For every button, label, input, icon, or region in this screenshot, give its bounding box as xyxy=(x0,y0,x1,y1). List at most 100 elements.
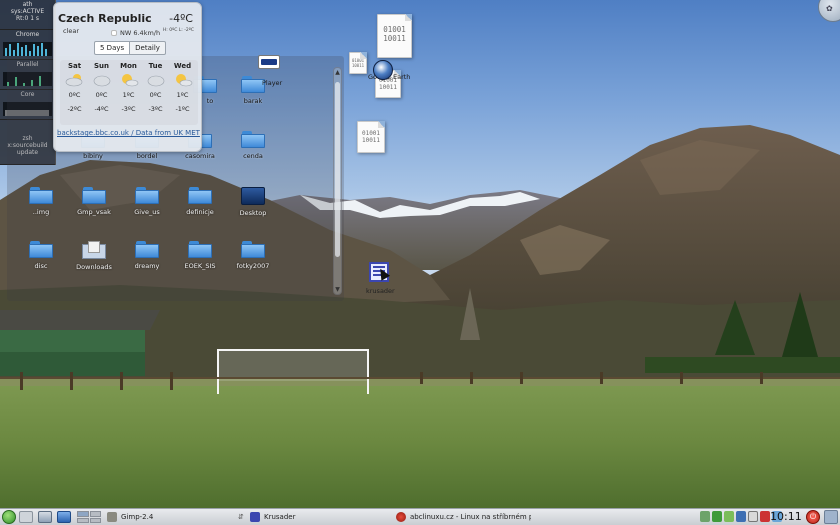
folder-label: bordel xyxy=(136,152,158,160)
tab-detaily[interactable]: Detaily xyxy=(130,41,166,55)
weather-source-link[interactable]: backstage.bbc.co.uk / Data from UK MET xyxy=(57,129,200,137)
task-firefox[interactable]: abclinuxu.cz - Linux na stříbrném pod xyxy=(396,510,531,524)
player-icon[interactable] xyxy=(258,55,280,69)
sysmon-row: ath sys:ACTIVE Rt:0 1 s xyxy=(0,0,55,30)
folder-item[interactable]: EOEK_SIS xyxy=(175,241,225,270)
folder-label: ..img xyxy=(32,208,50,216)
virtual-desktop-pager[interactable] xyxy=(77,511,101,523)
taskbar: Gimp-2.4 ⇵ Krusader abclinuxu.cz - Linux… xyxy=(0,508,840,525)
cpu-graph xyxy=(3,42,52,56)
messenger-icon[interactable] xyxy=(736,511,746,522)
binary-file-icon[interactable]: 01001 10011 xyxy=(357,121,385,153)
cloud-sun-icon xyxy=(65,72,85,87)
updates-icon[interactable] xyxy=(712,511,722,522)
weather-widget: Czech Republic -4ºC clear NW 6.4km/h H: … xyxy=(53,2,202,152)
binary-file-icon[interactable]: 01001 10011 xyxy=(349,52,367,74)
folder-item[interactable]: fotky2007 xyxy=(228,241,278,270)
folder-item[interactable]: Gmp_vsak xyxy=(69,187,119,216)
pager-desktop-1[interactable] xyxy=(77,511,89,517)
desktop-folder-item[interactable]: Desktop xyxy=(228,187,278,217)
pager-desktop-3[interactable] xyxy=(77,517,89,523)
folder-label: fotky2007 xyxy=(236,262,270,270)
folder-label: disc xyxy=(34,262,48,270)
folder-icon xyxy=(241,241,265,258)
alert-icon[interactable] xyxy=(760,511,770,522)
folder-item[interactable]: dreamy xyxy=(122,241,172,270)
power-icon[interactable]: ⏻ xyxy=(806,510,820,524)
scroll-down-arrow-icon[interactable]: ▼ xyxy=(334,286,341,293)
krusader-small-icon xyxy=(250,512,260,522)
folder-icon xyxy=(241,131,265,148)
cloud-icon xyxy=(92,72,112,87)
folder-icon xyxy=(29,187,53,204)
krusader-icon[interactable] xyxy=(369,262,391,282)
tab-5-days[interactable]: 5 Days xyxy=(94,41,131,55)
sun-cloud-icon xyxy=(119,72,139,87)
weather-wind: NW 6.4km/h xyxy=(111,29,160,37)
google-earth-icon[interactable] xyxy=(373,60,393,80)
folder-icon xyxy=(135,241,159,258)
wind-value: NW 6.4km/h xyxy=(120,29,161,37)
show-desktop-icon[interactable] xyxy=(19,511,33,523)
task-krusader[interactable]: Krusader xyxy=(250,510,295,524)
folder-item[interactable]: disc xyxy=(16,241,66,270)
panel-toolbox-icon[interactable] xyxy=(824,510,838,524)
folder-view-scrollbar[interactable]: ▲ ▼ xyxy=(333,67,342,295)
forecast-day: Sat 0ºC -2ºC xyxy=(61,62,88,113)
green-tray-icon[interactable] xyxy=(724,511,734,522)
forecast-day: Sun 0ºC -4ºC xyxy=(88,62,115,113)
forecast-high: 0ºC xyxy=(149,91,162,99)
task-gimp[interactable]: Gimp-2.4 xyxy=(107,510,153,524)
weather-location: Czech Republic xyxy=(58,12,152,25)
downloads-folder-item[interactable]: Downloads xyxy=(69,241,119,271)
folder-icon xyxy=(29,241,53,258)
folder-label: casomira xyxy=(185,152,215,160)
folder-label: Gmp_vsak xyxy=(77,208,111,216)
weather-forecast: Sat 0ºC -2ºC Sun 0ºC -4ºC Mon 1ºC -3ºC T… xyxy=(60,60,198,125)
clock[interactable]: 10:11 xyxy=(770,510,802,524)
forecast-day-name: Wed xyxy=(173,62,192,70)
player-label: Player xyxy=(262,79,283,87)
folder-item[interactable]: Give_us xyxy=(122,187,172,216)
folder-label: Downloads xyxy=(76,263,112,271)
mail-icon[interactable] xyxy=(748,511,758,522)
browser-icon xyxy=(396,512,406,522)
pager-desktop-2[interactable] xyxy=(89,511,101,517)
network-icon[interactable] xyxy=(700,511,710,522)
dolphin-icon[interactable] xyxy=(38,511,52,523)
forecast-high: 0ºC xyxy=(95,91,108,99)
sun-cloud-icon xyxy=(173,72,193,87)
folder-label: bibiny xyxy=(83,152,103,160)
folder-label: dreamy xyxy=(134,262,160,270)
task-label: Gimp-2.4 xyxy=(121,513,154,521)
folder-label: barak xyxy=(243,97,263,105)
konsole-icon[interactable] xyxy=(57,511,71,523)
forecast-day: Tue 0ºC -3ºC xyxy=(142,62,169,113)
binary-file-icon[interactable]: 01001 10011 xyxy=(377,14,412,58)
folder-item[interactable]: definicje xyxy=(175,187,225,216)
task-separator-icon: ⇵ xyxy=(238,513,244,521)
plasma-icon: ✿ xyxy=(826,4,833,13)
forecast-high: 0ºC xyxy=(68,91,81,99)
krusader-label: krusader xyxy=(366,287,395,295)
forecast-day-name: Sat xyxy=(67,62,82,70)
scroll-up-arrow-icon[interactable]: ▲ xyxy=(334,69,341,76)
sysmon-caption: ath sys:ACTIVE Rt:0 1 s xyxy=(10,1,45,22)
folder-icon xyxy=(188,187,212,204)
application-launcher-icon[interactable] xyxy=(2,510,16,524)
forecast-high: 1ºC xyxy=(176,91,189,99)
scrollbar-thumb[interactable] xyxy=(335,82,340,257)
forecast-day: Mon 1ºC -3ºC xyxy=(115,62,142,113)
folder-icon xyxy=(188,241,212,258)
desktop-icon xyxy=(241,187,265,205)
forecast-day-name: Mon xyxy=(120,62,137,70)
cloud-icon xyxy=(146,72,166,87)
folder-item[interactable]: ..img xyxy=(16,187,66,216)
task-label: Krusader xyxy=(264,513,296,521)
forecast-low: -2ºC xyxy=(67,105,82,113)
forecast-day-name: Tue xyxy=(148,62,163,70)
folder-item[interactable]: cenda xyxy=(228,131,278,160)
pager-desktop-4[interactable] xyxy=(89,517,101,523)
forecast-low: -4ºC xyxy=(94,105,109,113)
sysmon-caption: Chrome xyxy=(15,31,40,38)
